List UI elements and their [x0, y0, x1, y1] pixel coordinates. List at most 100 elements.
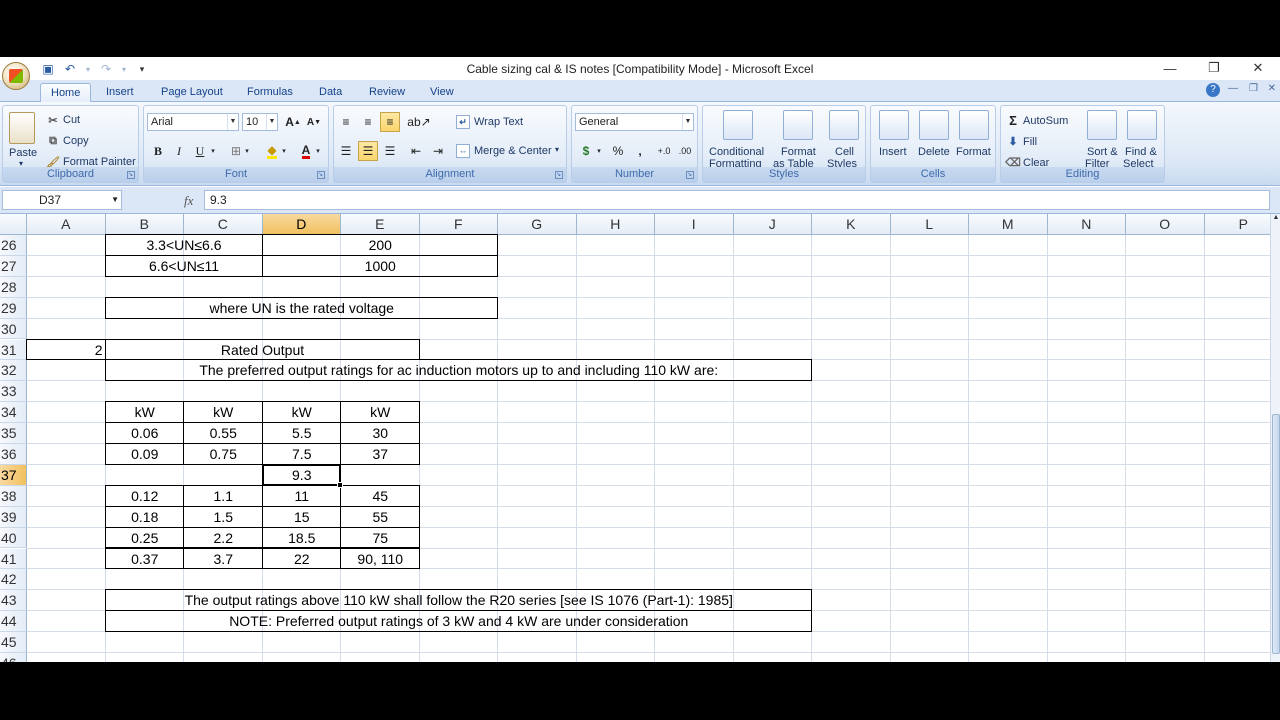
- fill-button[interactable]: Fill: [1023, 136, 1037, 148]
- ribbon-close-icon[interactable]: ✕: [1268, 83, 1276, 94]
- orientation-icon[interactable]: ab↗: [406, 112, 432, 132]
- tab-view[interactable]: View: [420, 83, 464, 102]
- cell-styles-icon[interactable]: [829, 110, 859, 140]
- row-header-41[interactable]: 41: [0, 548, 27, 570]
- formula-input[interactable]: 9.3: [204, 190, 1270, 210]
- ribbon-restore-icon[interactable]: ❐: [1249, 83, 1258, 94]
- row-header-39[interactable]: 39: [0, 506, 27, 528]
- chevron-down-icon[interactable]: ▼: [111, 191, 119, 209]
- row-header-42[interactable]: 42: [0, 569, 27, 591]
- copy-button[interactable]: Copy: [63, 135, 89, 147]
- align-bottom-icon[interactable]: ≡: [380, 112, 400, 132]
- scroll-thumb[interactable]: [1272, 414, 1280, 654]
- row-header-33[interactable]: 33: [0, 381, 27, 403]
- row-header-43[interactable]: 43: [0, 590, 27, 612]
- column-header-o[interactable]: O: [1126, 214, 1205, 235]
- select-all-corner[interactable]: [0, 214, 27, 235]
- bold-button[interactable]: B: [148, 141, 168, 161]
- delete-cells-icon[interactable]: [919, 110, 949, 140]
- grow-font-icon[interactable]: A ▲: [283, 112, 303, 132]
- restore-button[interactable]: ❐: [1192, 57, 1236, 79]
- autosum-button[interactable]: AutoSum: [1023, 115, 1068, 127]
- row-header-29[interactable]: 29: [0, 297, 27, 319]
- column-header-i[interactable]: I: [655, 214, 734, 235]
- currency-dropdown-icon[interactable]: ▾: [594, 141, 604, 161]
- align-top-icon[interactable]: ≡: [336, 112, 356, 132]
- row-header-44[interactable]: 44: [0, 611, 27, 633]
- font-size-combo[interactable]: 10 ▼: [242, 113, 278, 131]
- column-header-k[interactable]: K: [812, 214, 891, 235]
- align-left-icon[interactable]: ☰: [336, 141, 356, 161]
- wrap-text-button[interactable]: Wrap Text: [474, 116, 523, 128]
- decrease-indent-icon[interactable]: ⇤: [406, 141, 426, 161]
- cell-styles-label-1[interactable]: Cell: [835, 146, 854, 158]
- sort-filter-label-1[interactable]: Sort &: [1087, 146, 1118, 158]
- column-header-n[interactable]: N: [1047, 214, 1126, 235]
- row-header-35[interactable]: 35: [0, 423, 27, 444]
- font-name-combo[interactable]: Arial ▼: [147, 113, 239, 131]
- font-launcher-icon[interactable]: ↘: [317, 171, 325, 179]
- column-header-p[interactable]: P: [1204, 214, 1270, 235]
- name-box[interactable]: D37 ▼: [2, 190, 122, 210]
- row-header-28[interactable]: 28: [0, 276, 27, 298]
- sort-filter-icon[interactable]: [1087, 110, 1117, 140]
- help-icon[interactable]: ?: [1206, 83, 1220, 97]
- clipboard-launcher-icon[interactable]: ↘: [127, 171, 135, 179]
- office-button[interactable]: [2, 62, 30, 90]
- chevron-down-icon[interactable]: ▼: [266, 114, 277, 130]
- chevron-down-icon[interactable]: ▼: [227, 114, 238, 130]
- font-color-dropdown-icon[interactable]: ▾: [313, 141, 323, 161]
- row-header-26[interactable]: 26: [0, 235, 27, 256]
- paste-icon[interactable]: [9, 112, 35, 144]
- vertical-scrollbar[interactable]: ▲: [1270, 214, 1280, 662]
- merge-center-button[interactable]: Merge & Center: [474, 145, 552, 157]
- column-header-d[interactable]: D: [262, 214, 341, 235]
- row-header-36[interactable]: 36: [0, 444, 27, 465]
- wrap-text-icon[interactable]: ↵: [456, 115, 470, 129]
- format-as-table-icon[interactable]: [783, 110, 813, 140]
- conditional-formatting-label-1[interactable]: Conditional: [709, 146, 764, 158]
- column-header-a[interactable]: A: [27, 214, 106, 235]
- fill-icon[interactable]: ⬇: [1007, 134, 1019, 148]
- close-button[interactable]: ✕: [1236, 57, 1280, 79]
- align-center-icon[interactable]: ☰: [358, 141, 378, 161]
- minimize-button[interactable]: —: [1148, 57, 1192, 79]
- number-format-combo[interactable]: General ▼: [575, 113, 694, 131]
- borders-dropdown-icon[interactable]: ▾: [242, 141, 252, 161]
- merge-dropdown-icon[interactable]: ▾: [555, 145, 559, 154]
- tab-review[interactable]: Review: [359, 83, 415, 102]
- percent-button[interactable]: %: [608, 141, 628, 161]
- column-header-m[interactable]: M: [969, 214, 1048, 235]
- tab-page-layout[interactable]: Page Layout: [151, 83, 233, 102]
- row-header-27[interactable]: 27: [0, 255, 27, 277]
- tab-formulas[interactable]: Formulas: [237, 83, 303, 102]
- underline-dropdown-icon[interactable]: ▾: [208, 141, 218, 161]
- row-header-37[interactable]: 37: [0, 464, 27, 486]
- number-launcher-icon[interactable]: ↘: [686, 171, 694, 179]
- increase-indent-icon[interactable]: ⇥: [428, 141, 448, 161]
- row-header-38[interactable]: 38: [0, 485, 27, 507]
- column-header-j[interactable]: J: [733, 214, 812, 235]
- scroll-up-icon[interactable]: ▲: [1271, 214, 1280, 221]
- fill-color-dropdown-icon[interactable]: ▾: [279, 141, 289, 161]
- merge-center-icon[interactable]: ⇔: [456, 144, 470, 158]
- format-cells-icon[interactable]: [959, 110, 989, 140]
- underline-button[interactable]: U: [190, 141, 210, 161]
- row-header-32[interactable]: 32: [0, 360, 27, 382]
- tab-data[interactable]: Data: [309, 83, 352, 102]
- align-right-icon[interactable]: ☰: [380, 141, 400, 161]
- column-header-h[interactable]: H: [576, 214, 655, 235]
- ribbon-minimize-icon[interactable]: —: [1228, 83, 1238, 94]
- tab-insert[interactable]: Insert: [96, 83, 144, 102]
- insert-function-icon[interactable]: fx: [184, 193, 193, 209]
- shrink-font-icon[interactable]: A ▼: [304, 112, 324, 132]
- comma-button[interactable]: ,: [630, 141, 650, 161]
- delete-cells-button[interactable]: Delete: [918, 146, 950, 158]
- row-header-34[interactable]: 34: [0, 402, 27, 424]
- increase-decimal-icon[interactable]: +.0: [654, 141, 674, 161]
- alignment-launcher-icon[interactable]: ↘: [555, 171, 563, 179]
- currency-button[interactable]: $: [576, 141, 596, 161]
- tab-home[interactable]: Home: [40, 83, 92, 102]
- decrease-decimal-icon[interactable]: .00: [675, 141, 695, 161]
- worksheet-grid[interactable]: A B C D E F G H I J K L M N O P 26 27 28 29 30 31 32 33 34 35 36 37…: [0, 214, 1270, 662]
